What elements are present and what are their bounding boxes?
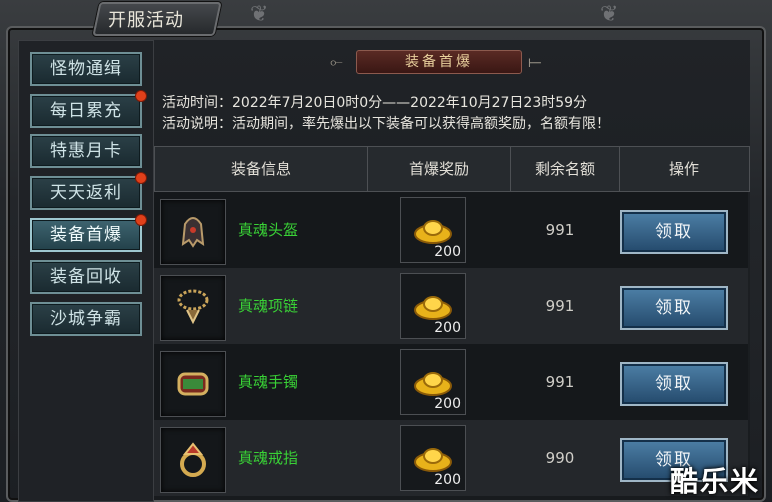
item-slot[interactable] <box>160 199 226 265</box>
item-name: 真魂戒指 <box>238 449 299 467</box>
sidebar-item-label: 天天返利 <box>50 183 122 203</box>
sidebar-item-label: 特惠月卡 <box>50 141 122 161</box>
sidebar-item[interactable]: 特惠月卡 <box>30 134 142 168</box>
claim-button[interactable]: 领取 <box>620 286 728 330</box>
watermark: 酷乐米 <box>669 465 760 498</box>
sidebar-item[interactable]: 装备首爆 <box>30 214 147 252</box>
item-slot[interactable] <box>160 427 226 493</box>
sidebar-item[interactable]: 沙城争霸 <box>30 302 142 336</box>
reward-amount: 200 <box>434 320 461 336</box>
section-banner: 装备首爆 <box>356 50 522 74</box>
table-row: 真魂手镯 200 991 领取 <box>154 344 748 420</box>
window-title: 开服活动 <box>108 10 184 31</box>
remaining-count: 991 <box>545 297 575 315</box>
notification-dot-icon <box>135 214 147 226</box>
sidebar-item[interactable]: 怪物通缉 <box>30 52 142 86</box>
dragon-ornament-icon: ❦ <box>600 2 619 27</box>
item-name: 真魂项链 <box>238 297 299 315</box>
activity-time: 活动时间：2022年7月20日0时0分——2022年10月27日23时59分 <box>162 95 588 111</box>
remaining-count: 991 <box>545 373 575 391</box>
reward-slot[interactable]: 200 <box>400 349 466 415</box>
notification-dot-icon <box>135 172 147 184</box>
bracelet-icon <box>161 372 225 420</box>
reward-amount: 200 <box>434 472 461 488</box>
header-action: 操作 <box>668 160 699 178</box>
remaining-count: 991 <box>545 221 575 239</box>
sidebar-item-label: 每日累充 <box>50 101 122 121</box>
table-row: 真魂项链 200 991 领取 <box>154 268 748 344</box>
banner-ornament-icon: ⟜ <box>330 52 343 71</box>
item-name: 真魂头盔 <box>238 221 299 239</box>
item-slot[interactable] <box>160 275 226 341</box>
claim-button[interactable]: 领取 <box>620 210 728 254</box>
table-header: 装备信息 首爆奖励 剩余名额 操作 <box>154 146 750 192</box>
reward-slot[interactable]: 200 <box>400 425 466 491</box>
header-first-reward: 首爆奖励 <box>368 147 511 191</box>
banner-ornament-icon: ⟝ <box>528 52 542 71</box>
dragon-ornament-icon: ❦ <box>250 2 269 27</box>
header-remaining: 剩余名额 <box>511 147 620 191</box>
sidebar-item-label: 装备回收 <box>50 267 122 287</box>
item-name: 真魂手镯 <box>238 373 299 391</box>
sidebar-item[interactable]: 天天返利 <box>30 172 147 210</box>
reward-amount: 200 <box>434 244 461 260</box>
reward-amount: 200 <box>434 396 461 412</box>
sidebar-item[interactable]: 装备回收 <box>30 260 142 294</box>
sidebar-item-label: 沙城争霸 <box>50 309 122 329</box>
sidebar-item[interactable]: 每日累充 <box>30 90 147 128</box>
helmet-icon <box>161 217 225 268</box>
ring-icon <box>161 442 225 496</box>
table-row: 真魂头盔 200 991 领取 <box>154 192 748 268</box>
activity-description: 活动说明：活动期间，率先爆出以下装备可以获得高额奖励，名额有限！ <box>162 116 610 132</box>
notification-dot-icon <box>135 90 147 102</box>
remaining-count: 990 <box>545 449 575 467</box>
item-slot[interactable] <box>160 351 226 417</box>
header-item-info: 装备信息 <box>155 147 368 191</box>
reward-slot[interactable]: 200 <box>400 273 466 339</box>
necklace-icon <box>161 289 225 344</box>
sidebar-item-label: 怪物通缉 <box>50 59 122 79</box>
claim-button[interactable]: 领取 <box>620 362 728 406</box>
sidebar-item-label: 装备首爆 <box>50 225 122 245</box>
reward-slot[interactable]: 200 <box>400 197 466 263</box>
table-row: 真魂戒指 200 990 领取 <box>154 420 748 496</box>
